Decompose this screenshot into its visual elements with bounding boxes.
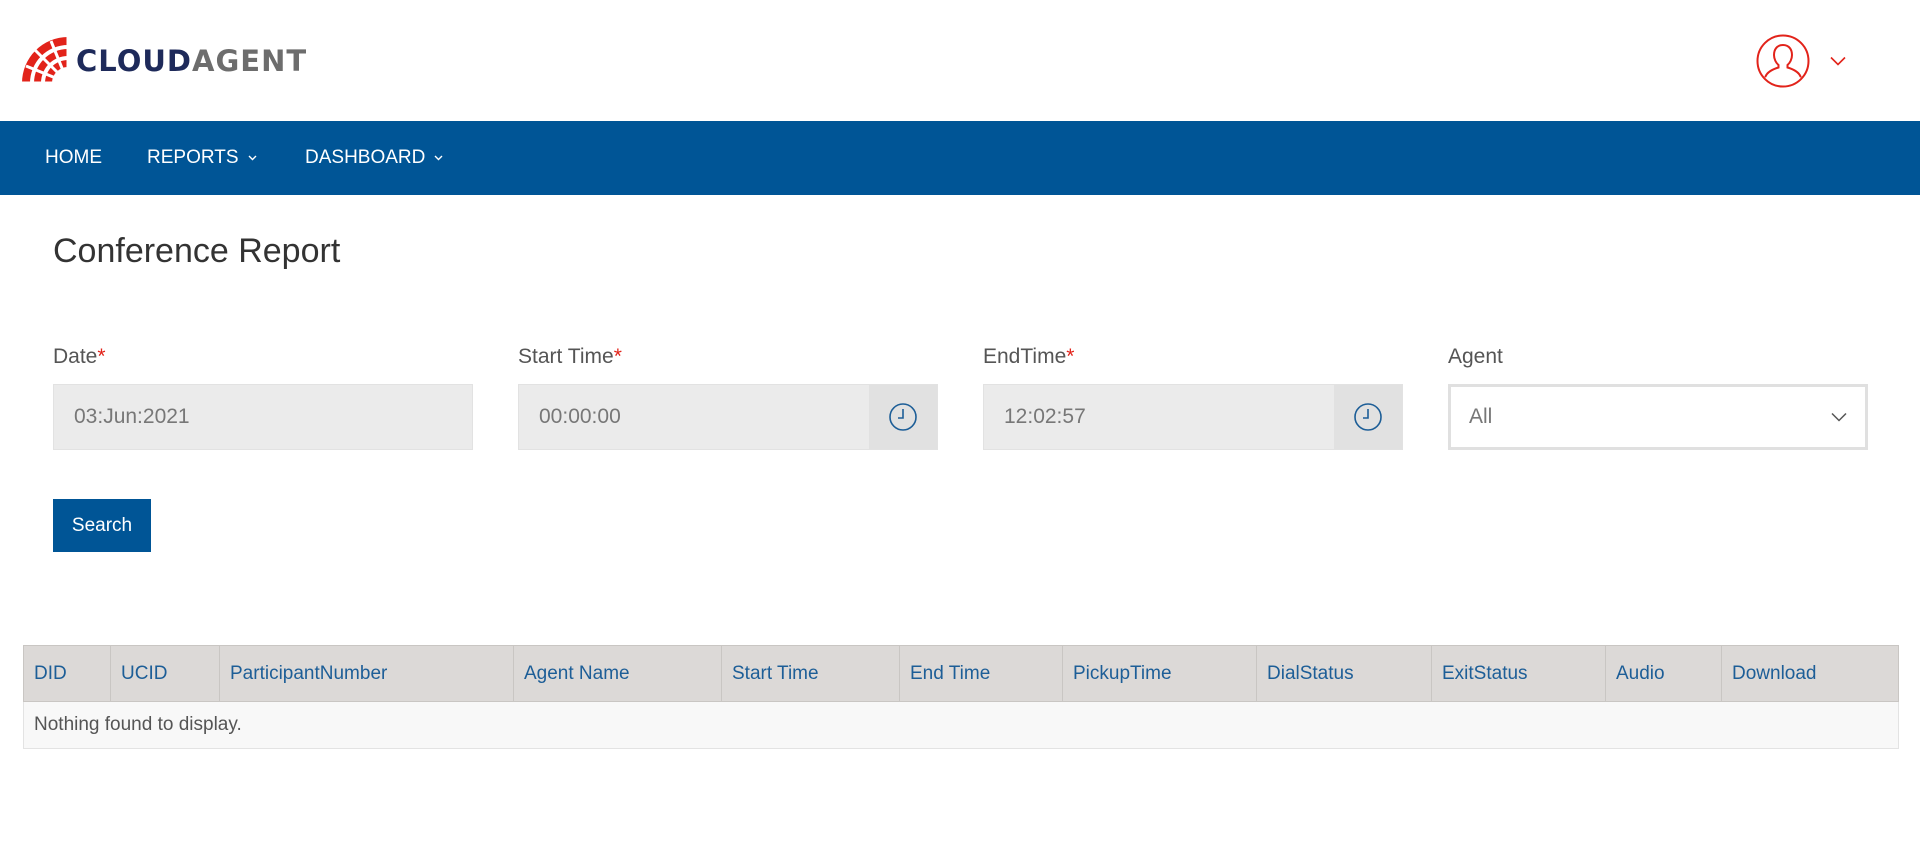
logo-mark-icon bbox=[22, 37, 70, 85]
end-time-picker-button[interactable] bbox=[1334, 385, 1402, 449]
agent-value: All bbox=[1469, 405, 1493, 428]
main-navbar: HOME REPORTS DASHBOARD bbox=[0, 121, 1920, 195]
date-value: 03:Jun:2021 bbox=[74, 405, 190, 428]
required-mark: * bbox=[1066, 345, 1075, 368]
end-time-value: 12:02:57 bbox=[1004, 405, 1086, 428]
search-button[interactable]: Search bbox=[53, 499, 151, 552]
start-time-picker-button[interactable] bbox=[869, 385, 937, 449]
chevron-down-icon bbox=[434, 155, 443, 161]
col-header-end-time[interactable]: End Time bbox=[899, 645, 1063, 702]
start-time-value: 00:00:00 bbox=[539, 405, 621, 428]
date-field: Date* 03:Jun:2021 bbox=[53, 344, 473, 450]
start-time-field: Start Time* 00:00:00 bbox=[518, 344, 938, 450]
user-outline-icon[interactable] bbox=[1756, 34, 1810, 88]
end-time-label: EndTime* bbox=[983, 345, 1075, 368]
date-input[interactable]: 03:Jun:2021 bbox=[53, 384, 473, 450]
agent-field: Agent All bbox=[1448, 344, 1868, 450]
end-time-input[interactable]: 12:02:57 bbox=[983, 384, 1403, 450]
table-row: Nothing found to display. bbox=[23, 701, 1899, 749]
logo-word-cloud: CLOUD bbox=[76, 44, 193, 78]
col-header-dial-status[interactable]: DialStatus bbox=[1256, 645, 1432, 702]
chevron-down-icon bbox=[1831, 412, 1847, 422]
col-header-agent-name[interactable]: Agent Name bbox=[513, 645, 722, 702]
col-header-download[interactable]: Download bbox=[1721, 645, 1899, 702]
col-header-ucid[interactable]: UCID bbox=[110, 645, 220, 702]
nav-dashboard[interactable]: DASHBOARD bbox=[305, 121, 443, 195]
chevron-down-icon bbox=[248, 155, 257, 161]
col-header-pickup-time[interactable]: PickupTime bbox=[1062, 645, 1257, 702]
clock-icon bbox=[889, 403, 917, 431]
cloudagent-logo[interactable]: CLOUDAGENT bbox=[22, 36, 307, 86]
table-header-row: DID UCID ParticipantNumber Agent Name St… bbox=[23, 645, 1899, 702]
conference-report-table: DID UCID ParticipantNumber Agent Name St… bbox=[23, 645, 1899, 749]
required-mark: * bbox=[97, 345, 106, 368]
logo-word-agent: AGENT bbox=[192, 44, 308, 78]
logo-wordmark: CLOUDAGENT bbox=[76, 44, 307, 78]
col-header-exit-status[interactable]: ExitStatus bbox=[1431, 645, 1606, 702]
col-header-participant-number[interactable]: ParticipantNumber bbox=[219, 645, 514, 702]
agent-select[interactable]: All bbox=[1448, 384, 1868, 450]
clock-icon bbox=[1354, 403, 1382, 431]
col-header-start-time[interactable]: Start Time bbox=[721, 645, 900, 702]
nav-home-label: HOME bbox=[45, 147, 102, 168]
start-time-label: Start Time* bbox=[518, 345, 622, 368]
nav-dashboard-label: DASHBOARD bbox=[305, 147, 426, 168]
chevron-down-icon[interactable] bbox=[1830, 56, 1846, 66]
required-mark: * bbox=[613, 345, 622, 368]
user-menu[interactable] bbox=[1756, 34, 1846, 88]
empty-table-message: Nothing found to display. bbox=[23, 701, 1899, 749]
col-header-did[interactable]: DID bbox=[23, 645, 111, 702]
col-header-audio[interactable]: Audio bbox=[1605, 645, 1722, 702]
page-title: Conference Report bbox=[53, 232, 341, 270]
app-header: CLOUDAGENT bbox=[0, 0, 1920, 121]
nav-reports[interactable]: REPORTS bbox=[147, 121, 257, 195]
end-time-field: EndTime* 12:02:57 bbox=[983, 344, 1403, 450]
nav-home[interactable]: HOME bbox=[45, 121, 102, 195]
agent-label: Agent bbox=[1448, 345, 1503, 368]
start-time-input[interactable]: 00:00:00 bbox=[518, 384, 938, 450]
nav-reports-label: REPORTS bbox=[147, 147, 239, 168]
date-label: Date* bbox=[53, 345, 106, 368]
